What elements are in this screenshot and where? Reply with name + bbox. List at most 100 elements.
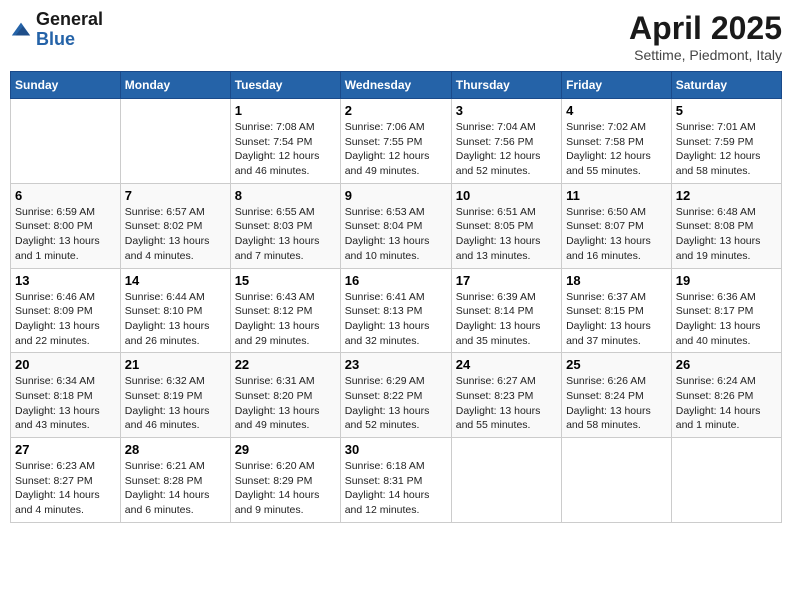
calendar-cell: 19 Sunrise: 6:36 AM Sunset: 8:17 PM Dayli… xyxy=(671,268,781,353)
day-info: Sunrise: 6:32 AM Sunset: 8:19 PM Dayligh… xyxy=(125,374,226,433)
calendar-cell: 24 Sunrise: 6:27 AM Sunset: 8:23 PM Dayli… xyxy=(451,353,561,438)
calendar-table: SundayMondayTuesdayWednesdayThursdayFrid… xyxy=(10,71,782,523)
day-info: Sunrise: 6:27 AM Sunset: 8:23 PM Dayligh… xyxy=(456,374,557,433)
day-number: 12 xyxy=(676,188,777,203)
day-info: Sunrise: 6:41 AM Sunset: 8:13 PM Dayligh… xyxy=(345,290,447,349)
calendar-cell: 11 Sunrise: 6:50 AM Sunset: 8:07 PM Dayli… xyxy=(562,183,672,268)
day-info: Sunrise: 6:55 AM Sunset: 8:03 PM Dayligh… xyxy=(235,205,336,264)
day-number: 10 xyxy=(456,188,557,203)
calendar-cell: 15 Sunrise: 6:43 AM Sunset: 8:12 PM Dayli… xyxy=(230,268,340,353)
col-header-wednesday: Wednesday xyxy=(340,72,451,99)
day-info: Sunrise: 6:44 AM Sunset: 8:10 PM Dayligh… xyxy=(125,290,226,349)
day-number: 14 xyxy=(125,273,226,288)
calendar-cell: 20 Sunrise: 6:34 AM Sunset: 8:18 PM Dayli… xyxy=(11,353,121,438)
calendar-cell xyxy=(451,438,561,523)
logo-general-text: General xyxy=(36,10,103,30)
calendar-cell: 3 Sunrise: 7:04 AM Sunset: 7:56 PM Daylig… xyxy=(451,99,561,184)
day-number: 3 xyxy=(456,103,557,118)
calendar-cell xyxy=(562,438,672,523)
day-number: 24 xyxy=(456,357,557,372)
day-info: Sunrise: 6:31 AM Sunset: 8:20 PM Dayligh… xyxy=(235,374,336,433)
calendar-cell: 12 Sunrise: 6:48 AM Sunset: 8:08 PM Dayli… xyxy=(671,183,781,268)
day-number: 28 xyxy=(125,442,226,457)
col-header-thursday: Thursday xyxy=(451,72,561,99)
calendar-cell: 7 Sunrise: 6:57 AM Sunset: 8:02 PM Daylig… xyxy=(120,183,230,268)
day-info: Sunrise: 6:36 AM Sunset: 8:17 PM Dayligh… xyxy=(676,290,777,349)
calendar-cell: 21Sunrise: 6:32 AM Sunset: 8:19 PM Dayli… xyxy=(120,353,230,438)
calendar-week-2: 6Sunrise: 6:59 AM Sunset: 8:00 PM Daylig… xyxy=(11,183,782,268)
logo-icon xyxy=(10,19,32,41)
day-number: 6 xyxy=(15,188,116,203)
day-number: 7 xyxy=(125,188,226,203)
day-number: 20 xyxy=(15,357,116,372)
day-number: 2 xyxy=(345,103,447,118)
day-info: Sunrise: 6:53 AM Sunset: 8:04 PM Dayligh… xyxy=(345,205,447,264)
day-info: Sunrise: 7:01 AM Sunset: 7:59 PM Dayligh… xyxy=(676,120,777,179)
logo: General Blue xyxy=(10,10,103,50)
day-info: Sunrise: 6:51 AM Sunset: 8:05 PM Dayligh… xyxy=(456,205,557,264)
day-number: 5 xyxy=(676,103,777,118)
day-info: Sunrise: 6:34 AM Sunset: 8:18 PM Dayligh… xyxy=(15,374,116,433)
col-header-sunday: Sunday xyxy=(11,72,121,99)
day-number: 18 xyxy=(566,273,667,288)
day-number: 19 xyxy=(676,273,777,288)
day-number: 11 xyxy=(566,188,667,203)
day-info: Sunrise: 6:50 AM Sunset: 8:07 PM Dayligh… xyxy=(566,205,667,264)
calendar-cell: 17 Sunrise: 6:39 AM Sunset: 8:14 PM Dayli… xyxy=(451,268,561,353)
calendar-week-4: 20 Sunrise: 6:34 AM Sunset: 8:18 PM Dayli… xyxy=(11,353,782,438)
col-header-monday: Monday xyxy=(120,72,230,99)
calendar-cell: 9 Sunrise: 6:53 AM Sunset: 8:04 PM Daylig… xyxy=(340,183,451,268)
calendar-cell: 23 Sunrise: 6:29 AM Sunset: 8:22 PM Dayli… xyxy=(340,353,451,438)
day-number: 27 xyxy=(15,442,116,457)
day-number: 13 xyxy=(15,273,116,288)
day-number: 26 xyxy=(676,357,777,372)
day-info: Sunrise: 6:57 AM Sunset: 8:02 PM Dayligh… xyxy=(125,205,226,264)
calendar-week-1: 1Sunrise: 7:08 AM Sunset: 7:54 PM Daylig… xyxy=(11,99,782,184)
day-info: Sunrise: 6:23 AM Sunset: 8:27 PM Dayligh… xyxy=(15,459,116,518)
day-info: Sunrise: 6:26 AM Sunset: 8:24 PM Dayligh… xyxy=(566,374,667,433)
page-header: General Blue April 2025 Settime, Piedmon… xyxy=(10,10,782,63)
calendar-cell: 8Sunrise: 6:55 AM Sunset: 8:03 PM Daylig… xyxy=(230,183,340,268)
day-number: 1 xyxy=(235,103,336,118)
calendar-cell: 13 Sunrise: 6:46 AM Sunset: 8:09 PM Dayli… xyxy=(11,268,121,353)
calendar-cell: 30Sunrise: 6:18 AM Sunset: 8:31 PM Dayli… xyxy=(340,438,451,523)
day-number: 15 xyxy=(235,273,336,288)
calendar-header-row: SundayMondayTuesdayWednesdayThursdayFrid… xyxy=(11,72,782,99)
day-info: Sunrise: 6:29 AM Sunset: 8:22 PM Dayligh… xyxy=(345,374,447,433)
calendar-week-5: 27 Sunrise: 6:23 AM Sunset: 8:27 PM Dayli… xyxy=(11,438,782,523)
day-info: Sunrise: 6:46 AM Sunset: 8:09 PM Dayligh… xyxy=(15,290,116,349)
day-info: Sunrise: 6:24 AM Sunset: 8:26 PM Dayligh… xyxy=(676,374,777,433)
logo-blue-text: Blue xyxy=(36,30,103,50)
calendar-cell xyxy=(11,99,121,184)
calendar-week-3: 13 Sunrise: 6:46 AM Sunset: 8:09 PM Dayli… xyxy=(11,268,782,353)
calendar-cell: 4Sunrise: 7:02 AM Sunset: 7:58 PM Daylig… xyxy=(562,99,672,184)
day-info: Sunrise: 6:39 AM Sunset: 8:14 PM Dayligh… xyxy=(456,290,557,349)
calendar-cell: 1Sunrise: 7:08 AM Sunset: 7:54 PM Daylig… xyxy=(230,99,340,184)
day-number: 23 xyxy=(345,357,447,372)
day-info: Sunrise: 6:43 AM Sunset: 8:12 PM Dayligh… xyxy=(235,290,336,349)
calendar-cell: 2Sunrise: 7:06 AM Sunset: 7:55 PM Daylig… xyxy=(340,99,451,184)
day-info: Sunrise: 6:21 AM Sunset: 8:28 PM Dayligh… xyxy=(125,459,226,518)
calendar-cell: 10 Sunrise: 6:51 AM Sunset: 8:05 PM Dayli… xyxy=(451,183,561,268)
day-info: Sunrise: 6:48 AM Sunset: 8:08 PM Dayligh… xyxy=(676,205,777,264)
day-info: Sunrise: 7:04 AM Sunset: 7:56 PM Dayligh… xyxy=(456,120,557,179)
calendar-cell: 14 Sunrise: 6:44 AM Sunset: 8:10 PM Dayli… xyxy=(120,268,230,353)
calendar-cell: 6Sunrise: 6:59 AM Sunset: 8:00 PM Daylig… xyxy=(11,183,121,268)
day-number: 16 xyxy=(345,273,447,288)
calendar-cell: 16 Sunrise: 6:41 AM Sunset: 8:13 PM Dayli… xyxy=(340,268,451,353)
calendar-cell: 22Sunrise: 6:31 AM Sunset: 8:20 PM Dayli… xyxy=(230,353,340,438)
day-number: 17 xyxy=(456,273,557,288)
calendar-cell: 29Sunrise: 6:20 AM Sunset: 8:29 PM Dayli… xyxy=(230,438,340,523)
day-info: Sunrise: 6:20 AM Sunset: 8:29 PM Dayligh… xyxy=(235,459,336,518)
day-number: 30 xyxy=(345,442,447,457)
day-number: 9 xyxy=(345,188,447,203)
page-subtitle: Settime, Piedmont, Italy xyxy=(629,47,782,63)
calendar-cell: 27 Sunrise: 6:23 AM Sunset: 8:27 PM Dayli… xyxy=(11,438,121,523)
col-header-friday: Friday xyxy=(562,72,672,99)
calendar-body: 1Sunrise: 7:08 AM Sunset: 7:54 PM Daylig… xyxy=(11,99,782,523)
title-block: April 2025 Settime, Piedmont, Italy xyxy=(629,10,782,63)
calendar-cell xyxy=(671,438,781,523)
calendar-cell xyxy=(120,99,230,184)
col-header-saturday: Saturday xyxy=(671,72,781,99)
day-info: Sunrise: 7:02 AM Sunset: 7:58 PM Dayligh… xyxy=(566,120,667,179)
